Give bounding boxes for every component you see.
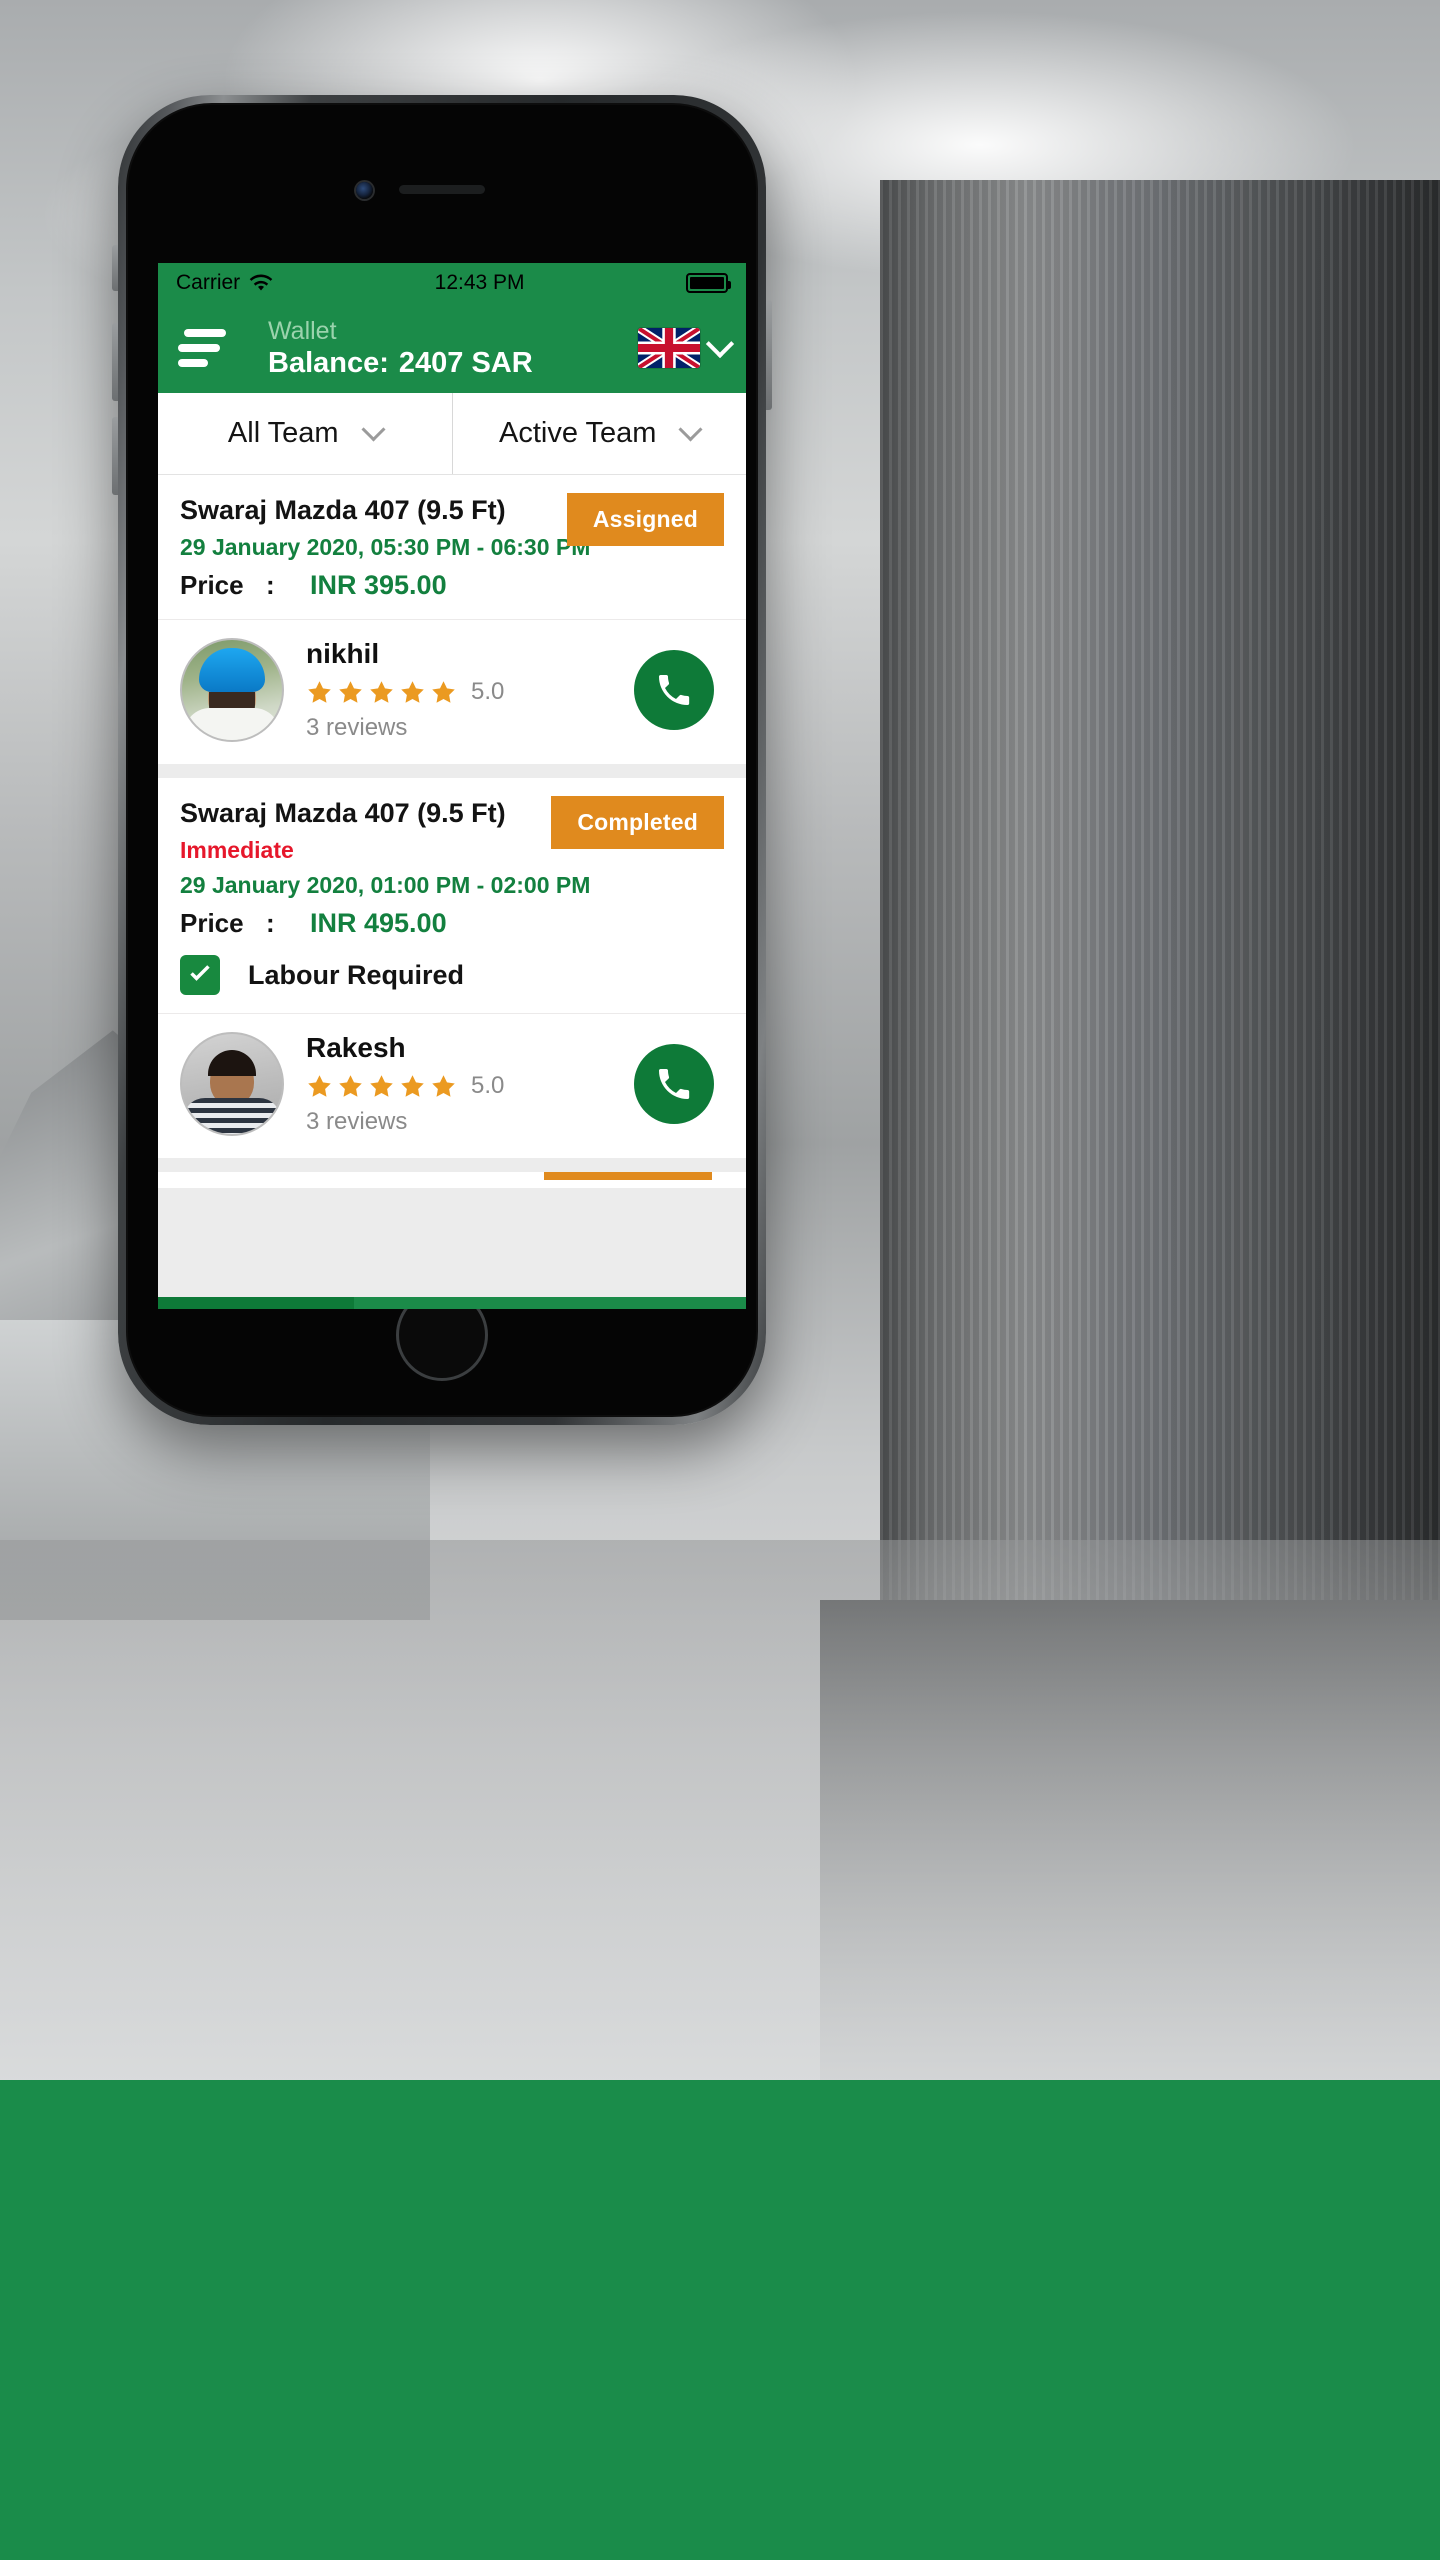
avatar[interactable] — [180, 638, 284, 742]
star-icon — [370, 1074, 393, 1097]
front-camera — [356, 182, 373, 199]
phone-icon — [659, 1069, 690, 1100]
bottom-tab-bar: Bookings Market — [158, 1297, 746, 1309]
tab-unavailability[interactable]: Unavailiabilty — [550, 1297, 746, 1309]
wallet-block[interactable]: Wallet Balance: 2407 SAR — [234, 317, 624, 380]
booking-card[interactable]: Swaraj Mazda 407 (9.5 Ft) Immediate 29 J… — [158, 778, 746, 1158]
review-count: 3 reviews — [306, 1108, 408, 1135]
star-icon — [308, 680, 331, 703]
filter-all-team-label: All Team — [227, 417, 339, 449]
star-icon — [308, 1074, 331, 1097]
language-selector[interactable] — [638, 328, 735, 368]
filter-all-team[interactable]: All Team — [158, 393, 453, 474]
wifi-icon — [249, 274, 273, 292]
status-time: 12:43 PM — [434, 271, 525, 294]
carrier-label: Carrier — [176, 271, 241, 294]
booking-details: Swaraj Mazda 407 (9.5 Ft) Immediate 29 J… — [158, 778, 746, 1013]
bookings-list[interactable]: Swaraj Mazda 407 (9.5 Ft) 29 January 202… — [158, 475, 746, 1297]
volume-up-button[interactable] — [112, 323, 118, 401]
star-icon — [339, 1074, 362, 1097]
chevron-down-icon[interactable] — [361, 416, 386, 442]
power-button[interactable] — [766, 300, 772, 410]
app-screen: Carrier 12:43 PM Wallet Balance: 2407 SA… — [158, 263, 746, 1309]
tab-market[interactable]: Market — [354, 1297, 550, 1309]
status-badge[interactable]: Assigned — [566, 493, 724, 546]
price-colon: : — [266, 908, 275, 938]
labour-checkbox[interactable] — [180, 955, 220, 995]
green-floor — [0, 2080, 1440, 2560]
volume-down-button[interactable] — [112, 417, 118, 495]
star-icon — [370, 680, 393, 703]
price-row: Price : INR 495.00 — [180, 908, 724, 939]
booking-details: Swaraj Mazda 407 (9.5 Ft) 29 January 202… — [158, 475, 746, 619]
rating-value: 5.0 — [471, 678, 505, 705]
star-icon — [401, 1074, 424, 1097]
app-header: Wallet Balance: 2407 SAR — [158, 303, 746, 393]
driver-info: nikhil 5.0 3 reviews — [306, 638, 612, 742]
star-icon — [339, 680, 362, 703]
price-colon: : — [266, 570, 275, 600]
price-value: INR 495.00 — [310, 908, 447, 938]
driver-row[interactable]: nikhil 5.0 3 reviews — [158, 619, 746, 764]
call-button[interactable] — [634, 1044, 714, 1124]
price-label: Price — [180, 570, 244, 600]
balance-label: Balance: — [268, 346, 389, 379]
avatar[interactable] — [180, 1032, 284, 1136]
driver-info: Rakesh 5.0 3 reviews — [306, 1032, 612, 1136]
ground — [0, 1540, 1440, 2080]
rating-stars: 5.0 — [306, 678, 612, 706]
tab-bookings[interactable]: Bookings — [158, 1297, 354, 1309]
rating-value: 5.0 — [471, 1072, 505, 1099]
uk-flag-icon — [638, 328, 700, 368]
driver-name: nikhil — [306, 638, 380, 669]
status-badge[interactable]: Completed — [551, 796, 724, 849]
star-icon — [432, 680, 455, 703]
filter-active-team-label: Active Team — [499, 417, 657, 449]
call-button[interactable] — [634, 650, 714, 730]
phone-bezel: Carrier 12:43 PM Wallet Balance: 2407 SA… — [126, 103, 758, 1417]
wallet-label: Wallet — [268, 316, 337, 345]
labour-required-row[interactable]: Labour Required — [180, 955, 724, 995]
driver-name: Rakesh — [306, 1032, 406, 1063]
labour-required-label: Labour Required — [248, 959, 465, 990]
filter-bar: All Team Active Team — [158, 393, 746, 475]
rating-stars: 5.0 — [306, 1072, 612, 1100]
hamburger-menu-icon[interactable] — [178, 329, 226, 367]
price-row: Price : INR 395.00 — [180, 570, 724, 601]
silent-switch[interactable] — [112, 245, 118, 291]
phone-device: Carrier 12:43 PM Wallet Balance: 2407 SA… — [112, 95, 772, 1425]
phone-icon — [659, 675, 690, 706]
earpiece-speaker — [399, 185, 485, 194]
balance-amount: 2407 SAR — [398, 346, 533, 379]
driver-row[interactable]: Rakesh 5.0 3 reviews — [158, 1013, 746, 1158]
price-label: Price — [180, 908, 244, 938]
review-count: 3 reviews — [306, 714, 408, 741]
check-icon — [190, 965, 210, 981]
next-status-badge-peek — [544, 1172, 712, 1180]
chevron-down-icon[interactable] — [705, 329, 735, 359]
star-icon — [432, 1074, 455, 1097]
filter-active-team[interactable]: Active Team — [453, 393, 747, 474]
next-card-peek[interactable] — [158, 1172, 746, 1188]
chevron-down-icon[interactable] — [678, 416, 703, 442]
star-icon — [401, 680, 424, 703]
wallet-balance: Balance: 2407 SAR — [268, 346, 624, 380]
truck-trailer — [880, 180, 1440, 1600]
price-value: INR 395.00 — [310, 570, 447, 600]
booking-schedule: 29 January 2020, 01:00 PM - 02:00 PM — [180, 872, 591, 898]
booking-card[interactable]: Swaraj Mazda 407 (9.5 Ft) 29 January 202… — [158, 475, 746, 764]
status-bar: Carrier 12:43 PM — [158, 263, 746, 303]
battery-full-icon — [686, 273, 731, 293]
